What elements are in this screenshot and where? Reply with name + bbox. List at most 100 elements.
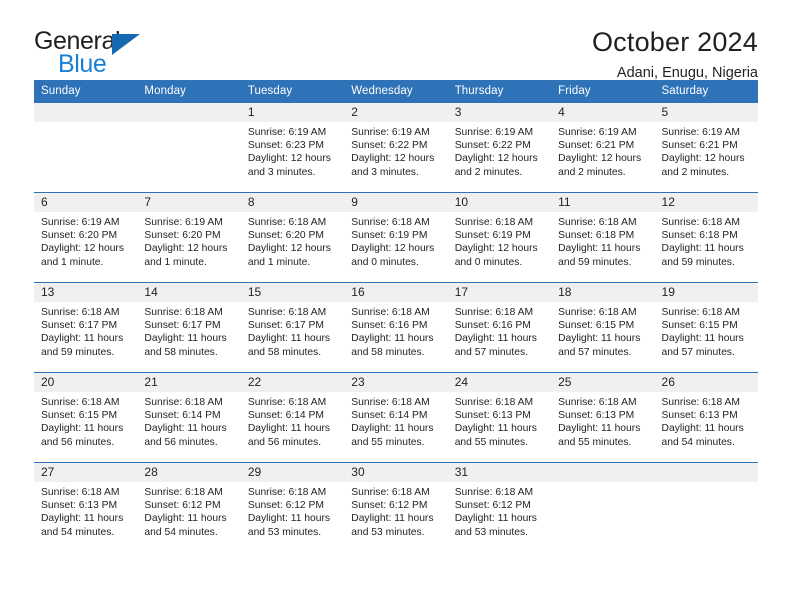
day-details: Sunrise: 6:19 AM Sunset: 6:22 PM Daylight:… <box>448 122 551 179</box>
daylight-text-line1: Daylight: 11 hours <box>144 513 227 525</box>
daylight-text-line1: Daylight: 11 hours <box>558 423 641 435</box>
calendar-day-cell[interactable]: 25 Sunrise: 6:18 AM Sunset: 6:13 PM Dayligh… <box>551 372 655 463</box>
day-cell-inner: 14 Sunrise: 6:18 AM Sunset: 6:17 PM Dayligh… <box>137 283 241 372</box>
day-details <box>551 482 655 486</box>
day-details <box>137 122 241 126</box>
calendar-day-cell[interactable]: 1 Sunrise: 6:19 AM Sunset: 6:23 PM Daylight… <box>240 102 345 193</box>
day-number: 13 <box>34 283 138 302</box>
calendar-day-cell[interactable]: 8 Sunrise: 6:18 AM Sunset: 6:20 PM Daylight… <box>240 192 345 283</box>
day-cell-inner: 20 Sunrise: 6:18 AM Sunset: 6:15 PM Dayligh… <box>34 373 138 462</box>
generalblue-logo[interactable]: General Blue <box>34 24 164 77</box>
calendar-day-cell[interactable]: 15 Sunrise: 6:18 AM Sunset: 6:17 PM Dayligh… <box>240 282 345 373</box>
calendar-day-cell[interactable]: 9 Sunrise: 6:18 AM Sunset: 6:19 PM Daylight… <box>344 192 448 283</box>
calendar-week-row: 1 Sunrise: 6:19 AM Sunset: 6:23 PM Daylight… <box>34 102 758 193</box>
calendar-day-cell[interactable]: 21 Sunrise: 6:18 AM Sunset: 6:14 PM Dayligh… <box>137 372 241 463</box>
calendar-day-cell[interactable]: 12 Sunrise: 6:18 AM Sunset: 6:18 PM Dayligh… <box>654 192 758 283</box>
sunset-text: Sunset: 6:18 PM <box>661 230 738 242</box>
sunset-text: Sunset: 6:13 PM <box>661 410 738 422</box>
sunrise-text: Sunrise: 6:18 AM <box>247 307 327 318</box>
calendar-day-cell[interactable]: 5 Sunrise: 6:19 AM Sunset: 6:21 PM Daylight… <box>654 102 758 193</box>
calendar-day-cell[interactable]: 10 Sunrise: 6:18 AM Sunset: 6:19 PM Dayligh… <box>447 192 552 283</box>
sunset-text: Sunset: 6:16 PM <box>454 320 531 332</box>
sunrise-text: Sunrise: 6:19 AM <box>41 217 120 228</box>
calendar-day-cell[interactable]: 27 Sunrise: 6:18 AM Sunset: 6:13 PM Dayligh… <box>34 462 138 553</box>
sunset-text: Sunset: 6:14 PM <box>351 410 428 422</box>
calendar-day-cell[interactable]: 2 Sunrise: 6:19 AM Sunset: 6:22 PM Daylight… <box>344 102 448 193</box>
weekday-header-thursday: Thursday <box>447 80 552 103</box>
sunset-text: Sunset: 6:14 PM <box>247 410 324 422</box>
daylight-text-line1: Daylight: 11 hours <box>247 333 331 345</box>
calendar-day-cell[interactable]: 7 Sunrise: 6:19 AM Sunset: 6:20 PM Daylight… <box>137 192 241 283</box>
daylight-text-line1: Daylight: 12 hours <box>661 153 745 165</box>
calendar-day-cell[interactable]: 3 Sunrise: 6:19 AM Sunset: 6:22 PM Daylight… <box>447 102 552 193</box>
sunrise-text: Sunrise: 6:19 AM <box>661 127 740 138</box>
calendar-day-cell[interactable]: 29 Sunrise: 6:18 AM Sunset: 6:12 PM Dayligh… <box>240 462 345 553</box>
calendar-day-cell[interactable]: 26 Sunrise: 6:18 AM Sunset: 6:13 PM Dayligh… <box>654 372 758 463</box>
day-cell-inner: 23 Sunrise: 6:18 AM Sunset: 6:14 PM Dayligh… <box>344 373 448 462</box>
title-block: October 2024 Adani, Enugu, Nigeria <box>592 24 758 84</box>
calendar-day-cell[interactable]: 4 Sunrise: 6:19 AM Sunset: 6:21 PM Daylight… <box>551 102 655 193</box>
daylight-text-line1: Daylight: 11 hours <box>144 423 227 435</box>
calendar-day-cell[interactable]: 11 Sunrise: 6:18 AM Sunset: 6:18 PM Dayligh… <box>551 192 655 283</box>
day-details: Sunrise: 6:18 AM Sunset: 6:12 PM Daylight:… <box>137 482 240 539</box>
day-details: Sunrise: 6:18 AM Sunset: 6:17 PM Daylight:… <box>137 302 240 359</box>
day-number: 16 <box>344 283 448 302</box>
day-details: Sunrise: 6:18 AM Sunset: 6:18 PM Daylight:… <box>551 212 654 269</box>
daylight-text-line2: and 54 minutes. <box>41 526 115 538</box>
daylight-text-line1: Daylight: 12 hours <box>247 153 331 165</box>
calendar-day-cell[interactable]: 18 Sunrise: 6:18 AM Sunset: 6:15 PM Dayligh… <box>551 282 655 373</box>
day-details: Sunrise: 6:18 AM Sunset: 6:18 PM Daylight:… <box>655 212 758 269</box>
calendar-day-cell[interactable]: 6 Sunrise: 6:19 AM Sunset: 6:20 PM Daylight… <box>34 192 138 283</box>
daylight-text-line1: Daylight: 11 hours <box>661 243 744 255</box>
sunset-text: Sunset: 6:13 PM <box>41 500 118 512</box>
daylight-text-line2: and 56 minutes. <box>247 436 322 448</box>
sunrise-text: Sunrise: 6:18 AM <box>454 397 534 408</box>
calendar-day-cell[interactable]: 17 Sunrise: 6:18 AM Sunset: 6:16 PM Dayligh… <box>447 282 552 373</box>
sunset-text: Sunset: 6:22 PM <box>351 140 428 152</box>
daylight-text-line2: and 2 minutes. <box>558 166 626 178</box>
calendar-day-cell[interactable]: 28 Sunrise: 6:18 AM Sunset: 6:12 PM Dayligh… <box>137 462 241 553</box>
day-details <box>654 482 758 486</box>
day-cell-inner: 16 Sunrise: 6:18 AM Sunset: 6:16 PM Dayligh… <box>344 283 448 372</box>
daylight-text-line1: Daylight: 11 hours <box>661 423 744 435</box>
sunset-text: Sunset: 6:17 PM <box>41 320 118 332</box>
weekday-header-tuesday: Tuesday <box>240 80 345 103</box>
day-cell-inner: 24 Sunrise: 6:18 AM Sunset: 6:13 PM Dayligh… <box>447 373 552 462</box>
calendar-day-cell[interactable]: 24 Sunrise: 6:18 AM Sunset: 6:13 PM Dayligh… <box>447 372 552 463</box>
daylight-text-line1: Daylight: 11 hours <box>351 513 434 525</box>
daylight-text-line2: and 59 minutes. <box>558 256 632 268</box>
day-number: 17 <box>447 283 552 302</box>
day-details: Sunrise: 6:18 AM Sunset: 6:16 PM Daylight:… <box>448 302 551 359</box>
calendar-day-cell[interactable]: 22 Sunrise: 6:18 AM Sunset: 6:14 PM Dayligh… <box>240 372 345 463</box>
day-details: Sunrise: 6:18 AM Sunset: 6:13 PM Daylight:… <box>34 482 137 539</box>
day-number: 28 <box>137 463 241 482</box>
daylight-text-line1: Daylight: 11 hours <box>454 423 537 435</box>
daylight-text-line1: Daylight: 11 hours <box>454 513 537 525</box>
daylight-text-line1: Daylight: 11 hours <box>247 423 331 435</box>
calendar-day-cell[interactable]: 23 Sunrise: 6:18 AM Sunset: 6:14 PM Dayligh… <box>344 372 448 463</box>
sunset-text: Sunset: 6:12 PM <box>247 500 324 512</box>
day-cell-inner: 5 Sunrise: 6:19 AM Sunset: 6:21 PM Daylight… <box>654 103 758 192</box>
calendar-day-cell[interactable]: 16 Sunrise: 6:18 AM Sunset: 6:16 PM Dayligh… <box>344 282 448 373</box>
calendar-day-cell[interactable]: 14 Sunrise: 6:18 AM Sunset: 6:17 PM Dayligh… <box>137 282 241 373</box>
sunset-text: Sunset: 6:21 PM <box>558 140 635 152</box>
sunrise-text: Sunrise: 6:18 AM <box>247 397 327 408</box>
daylight-text-line1: Daylight: 12 hours <box>351 153 435 165</box>
daylight-text-line2: and 58 minutes. <box>247 346 322 358</box>
day-number: 11 <box>551 193 655 212</box>
calendar-day-cell[interactable]: 30 Sunrise: 6:18 AM Sunset: 6:12 PM Dayligh… <box>344 462 448 553</box>
day-number: 26 <box>654 373 758 392</box>
day-number: 7 <box>137 193 241 212</box>
daylight-text-line1: Daylight: 11 hours <box>144 333 227 345</box>
calendar-day-cell[interactable]: 13 Sunrise: 6:18 AM Sunset: 6:17 PM Dayligh… <box>34 282 138 373</box>
day-number <box>551 463 655 482</box>
sunrise-text: Sunrise: 6:18 AM <box>41 397 120 408</box>
calendar-day-cell[interactable]: 19 Sunrise: 6:18 AM Sunset: 6:15 PM Dayligh… <box>654 282 758 373</box>
daylight-text-line2: and 59 minutes. <box>661 256 735 268</box>
calendar-day-cell[interactable]: 31 Sunrise: 6:18 AM Sunset: 6:12 PM Dayligh… <box>447 462 552 553</box>
day-number: 29 <box>240 463 345 482</box>
calendar-day-cell[interactable]: 20 Sunrise: 6:18 AM Sunset: 6:15 PM Dayligh… <box>34 372 138 463</box>
day-cell-inner: 31 Sunrise: 6:18 AM Sunset: 6:12 PM Dayligh… <box>447 463 552 553</box>
sunset-text: Sunset: 6:15 PM <box>41 410 118 422</box>
day-cell-inner: 8 Sunrise: 6:18 AM Sunset: 6:20 PM Daylight… <box>240 193 345 282</box>
